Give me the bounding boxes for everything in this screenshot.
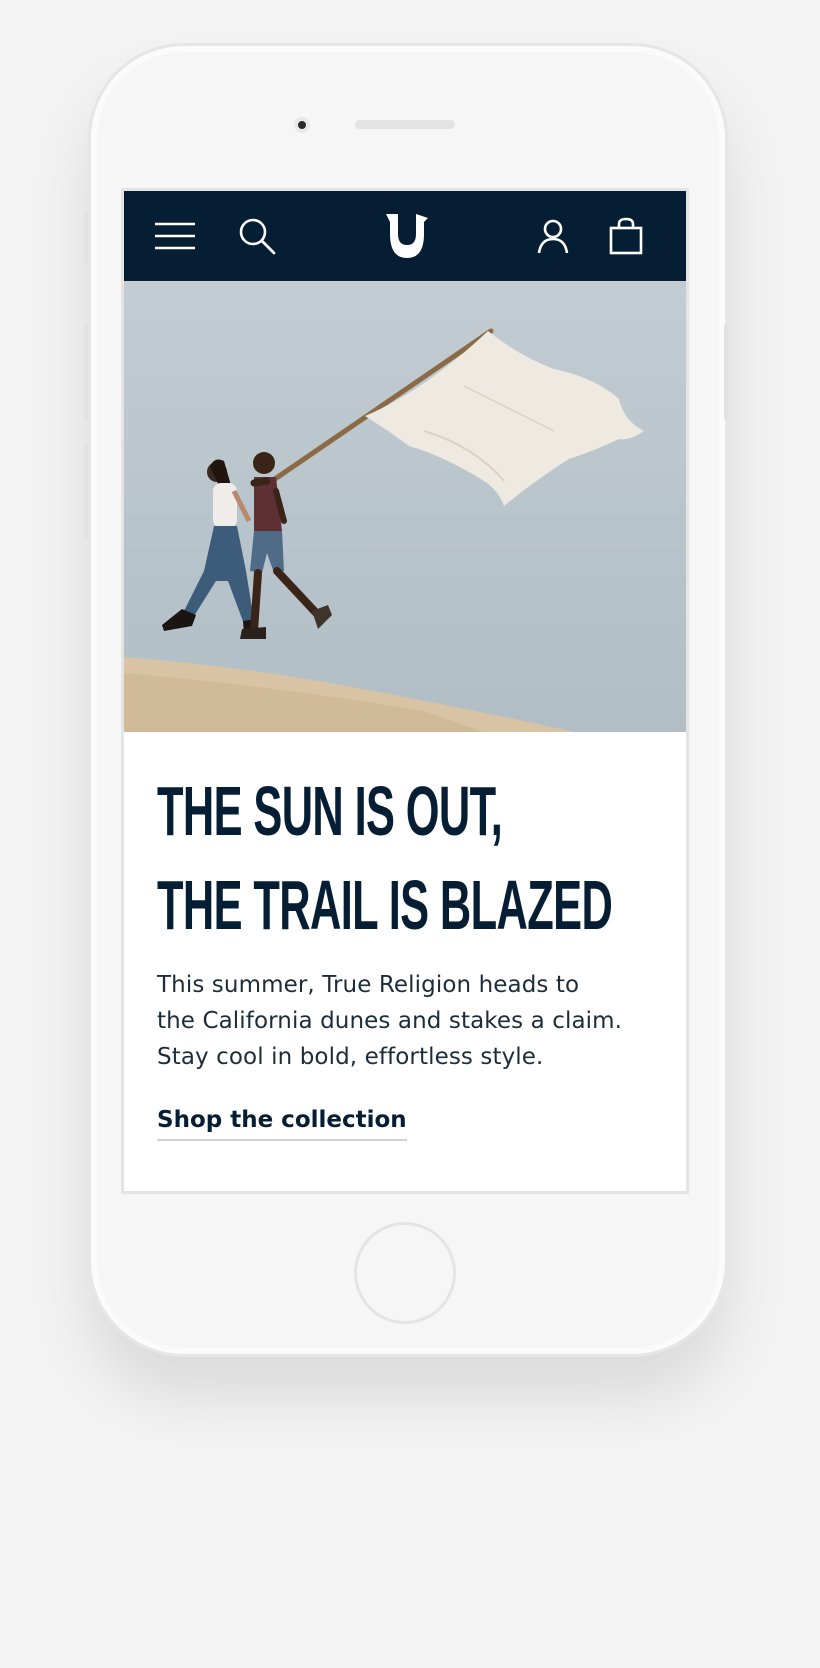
top-navbar xyxy=(124,191,686,281)
hero-image xyxy=(124,281,686,732)
volume-up-button xyxy=(84,324,88,420)
search-button[interactable] xyxy=(234,191,280,281)
promo-description: This summer, True Religion heads to the … xyxy=(157,967,657,1075)
mute-switch xyxy=(84,211,88,263)
description-line: Stay cool in bold, effortless style. xyxy=(157,1044,544,1070)
power-button xyxy=(724,324,728,420)
horseshoe-logo xyxy=(386,214,428,258)
volume-down-button xyxy=(84,443,88,539)
hamburger-menu-icon xyxy=(155,222,195,250)
description-line: the California dunes and stakes a claim. xyxy=(157,1008,623,1034)
user-icon xyxy=(537,219,569,254)
search-icon xyxy=(239,218,276,255)
description-line: This summer, True Religion heads to xyxy=(157,972,580,998)
home-logo-link[interactable] xyxy=(376,191,438,281)
menu-button[interactable] xyxy=(152,191,198,281)
headline-line: THE SUN IS OUT, xyxy=(157,772,503,850)
cart-button[interactable] xyxy=(604,191,648,281)
shop-collection-link[interactable]: Shop the collection xyxy=(157,1107,407,1141)
home-button[interactable] xyxy=(354,1222,456,1324)
shopping-bag-icon xyxy=(609,217,643,255)
hero-illustration xyxy=(124,328,644,732)
front-camera xyxy=(294,117,310,133)
promo-headline: THE SUN IS OUT, THE TRAIL IS BLAZED xyxy=(157,764,613,952)
phone-screen: THE SUN IS OUT, THE TRAIL IS BLAZED This… xyxy=(121,188,689,1194)
headline-line: THE TRAIL IS BLAZED xyxy=(157,866,613,944)
account-button[interactable] xyxy=(532,191,574,281)
earpiece-speaker xyxy=(355,120,455,129)
